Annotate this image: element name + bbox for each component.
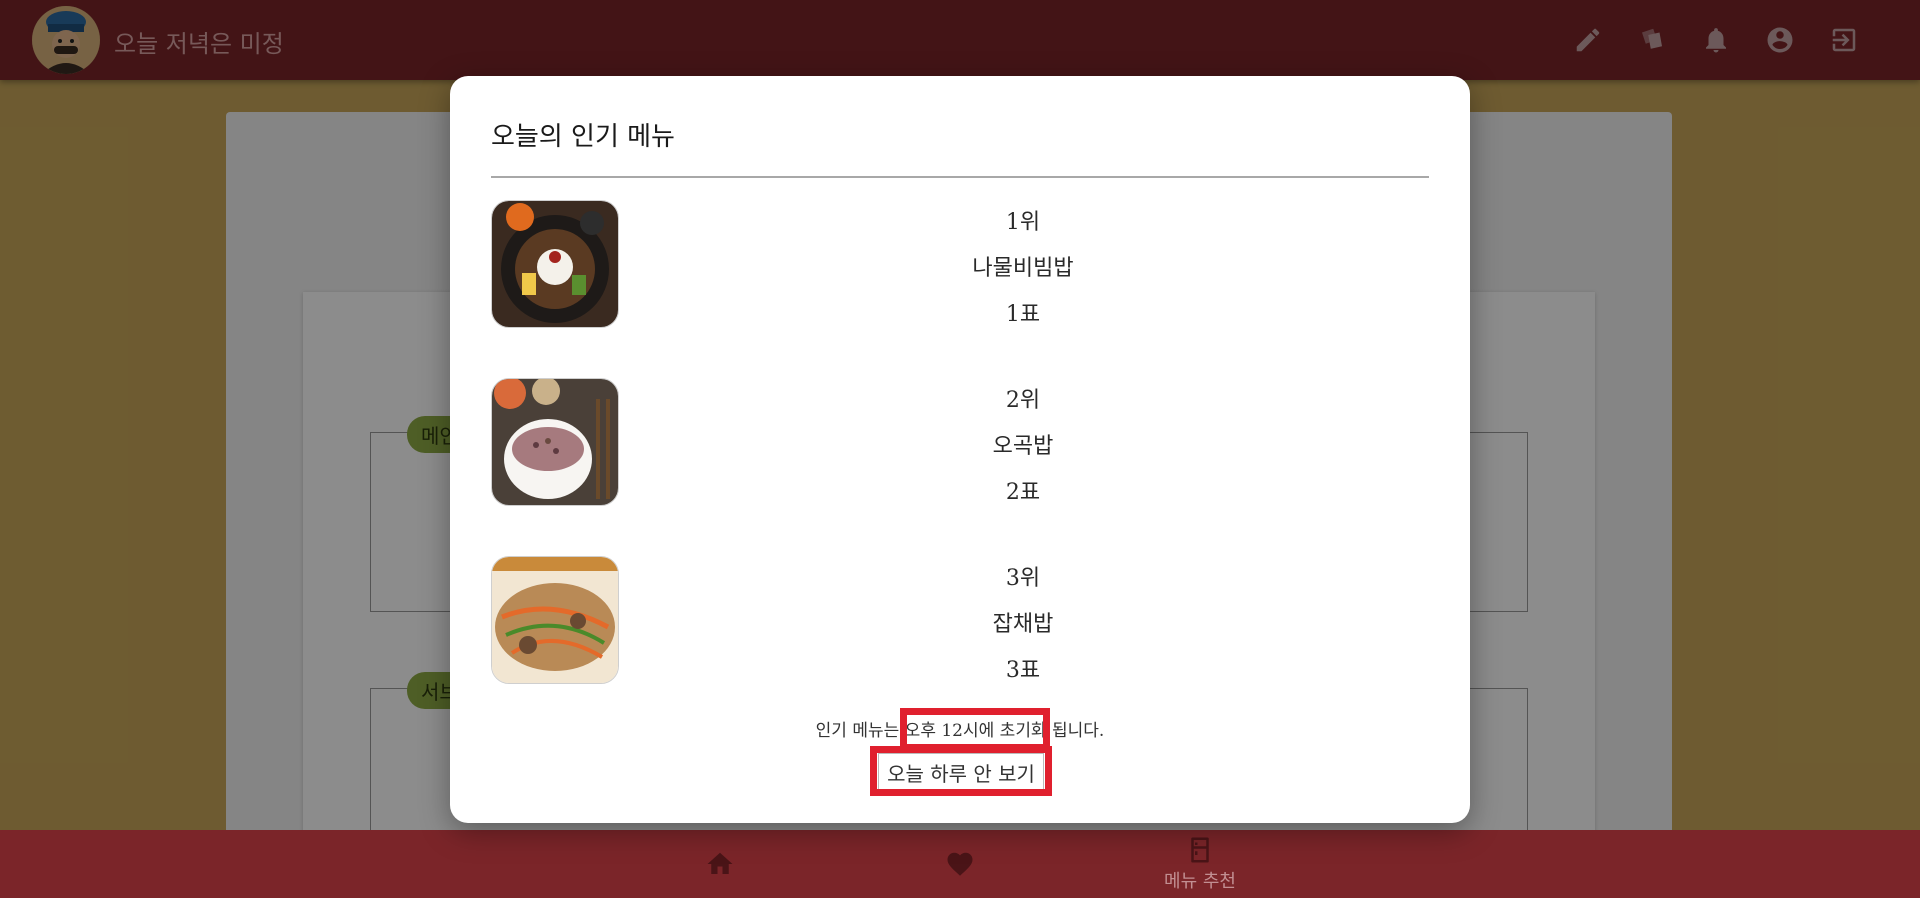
menu-name: 잡채밥 [992, 612, 1054, 637]
vote-count: 2표 [1005, 480, 1041, 505]
rank-number: 3위 [1005, 566, 1041, 591]
rank-number: 1위 [1005, 210, 1041, 235]
highlight-annotation-hide-button [870, 746, 1052, 796]
rank-number: 2위 [1005, 388, 1041, 413]
popular-menu-dialog: 오늘의 인기 메뉴 1위 나물비빔밥 1표 2위 오곡밥 2표 3위 잡채밥 3… [450, 76, 1470, 823]
vote-count: 1표 [1005, 302, 1041, 327]
title-divider [491, 176, 1429, 178]
nav-label-menu-recommend: 메뉴 추천 [1164, 871, 1236, 892]
nav-home[interactable] [700, 830, 740, 898]
nav-menu-recommend[interactable]: 메뉴 추천 [1150, 830, 1250, 898]
highlight-annotation-reset-time [900, 708, 1050, 751]
nav-favorites[interactable] [940, 830, 980, 898]
rank-item[interactable]: 2위 오곡밥 2표 [491, 378, 1429, 506]
food-image-bibimbap [491, 200, 619, 328]
food-image-japchaebap [491, 556, 619, 684]
food-image-ogokbap [491, 378, 619, 506]
fridge-icon [1191, 837, 1209, 863]
bottom-nav: 메뉴 추천 [0, 830, 1920, 898]
heart-icon [947, 852, 973, 876]
rank-item[interactable]: 1위 나물비빔밥 1표 [491, 200, 1429, 328]
rank-item[interactable]: 3위 잡채밥 3표 [491, 556, 1429, 684]
menu-name: 나물비빔밥 [972, 256, 1074, 281]
dialog-title: 오늘의 인기 메뉴 [491, 122, 675, 152]
vote-count: 3표 [1005, 658, 1041, 683]
menu-name: 오곡밥 [992, 434, 1054, 459]
home-icon [707, 852, 733, 874]
